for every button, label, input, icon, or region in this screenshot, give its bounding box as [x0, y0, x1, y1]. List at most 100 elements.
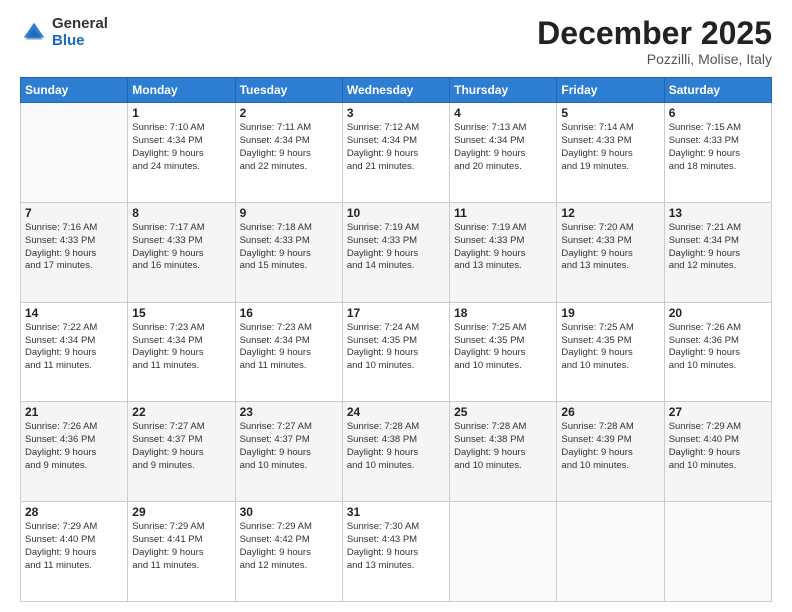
day-number: 16 — [240, 306, 338, 320]
table-row: 24 Sunrise: 7:28 AM Sunset: 4:38 PM Dayli… — [342, 402, 449, 502]
header: General Blue December 2025 Pozzilli, Mol… — [20, 16, 772, 67]
day-number: 25 — [454, 405, 552, 419]
logo-general-text: General — [52, 16, 108, 33]
day-number: 19 — [561, 306, 659, 320]
table-row: 15 Sunrise: 7:23 AM Sunset: 4:34 PM Dayli… — [128, 302, 235, 402]
title-block: December 2025 Pozzilli, Molise, Italy — [537, 16, 772, 67]
col-saturday: Saturday — [664, 78, 771, 103]
day-info: Sunrise: 7:16 AM Sunset: 4:33 PM Dayligh… — [25, 222, 123, 273]
day-number: 20 — [669, 306, 767, 320]
day-number: 27 — [669, 405, 767, 419]
page: General Blue December 2025 Pozzilli, Mol… — [0, 0, 792, 612]
day-info: Sunrise: 7:29 AM Sunset: 4:41 PM Dayligh… — [132, 521, 230, 572]
table-row — [450, 502, 557, 602]
day-number: 29 — [132, 505, 230, 519]
table-row: 17Sunrise: 7:24 AM Sunset: 4:35 PM Dayli… — [342, 302, 449, 402]
day-info: Sunrise: 7:22 AM Sunset: 4:34 PM Dayligh… — [25, 322, 123, 373]
day-info: Sunrise: 7:11 AM Sunset: 4:34 PM Dayligh… — [240, 122, 338, 173]
day-number: 22 — [132, 405, 230, 419]
day-info: Sunrise: 7:24 AM Sunset: 4:35 PM Dayligh… — [347, 322, 445, 373]
day-info: Sunrise: 7:23 AM Sunset: 4:34 PM Dayligh… — [132, 322, 230, 373]
day-number: 7 — [25, 206, 123, 220]
table-row: 9 Sunrise: 7:18 AM Sunset: 4:33 PM Daylig… — [235, 202, 342, 302]
table-row: 1Sunrise: 7:10 AM Sunset: 4:34 PM Daylig… — [128, 103, 235, 203]
day-info: Sunrise: 7:19 AM Sunset: 4:33 PM Dayligh… — [347, 222, 445, 273]
day-info: Sunrise: 7:20 AM Sunset: 4:33 PM Dayligh… — [561, 222, 659, 273]
month-title: December 2025 — [537, 16, 772, 51]
table-row: 29 Sunrise: 7:29 AM Sunset: 4:41 PM Dayli… — [128, 502, 235, 602]
day-number: 11 — [454, 206, 552, 220]
day-info: Sunrise: 7:26 AM Sunset: 4:36 PM Dayligh… — [25, 421, 123, 472]
table-row — [664, 502, 771, 602]
table-row: 14 Sunrise: 7:22 AM Sunset: 4:34 PM Dayli… — [21, 302, 128, 402]
day-number: 28 — [25, 505, 123, 519]
day-info: Sunrise: 7:15 AM Sunset: 4:33 PM Dayligh… — [669, 122, 767, 173]
logo-blue-text: Blue — [52, 33, 108, 50]
table-row — [557, 502, 664, 602]
day-number: 30 — [240, 505, 338, 519]
calendar-row: 1Sunrise: 7:10 AM Sunset: 4:34 PM Daylig… — [21, 103, 772, 203]
day-number: 4 — [454, 106, 552, 120]
table-row: 22Sunrise: 7:27 AM Sunset: 4:37 PM Dayli… — [128, 402, 235, 502]
day-info: Sunrise: 7:30 AM Sunset: 4:43 PM Dayligh… — [347, 521, 445, 572]
day-info: Sunrise: 7:19 AM Sunset: 4:33 PM Dayligh… — [454, 222, 552, 273]
table-row: 25 Sunrise: 7:28 AM Sunset: 4:38 PM Dayli… — [450, 402, 557, 502]
table-row: 3 Sunrise: 7:12 AM Sunset: 4:34 PM Daylig… — [342, 103, 449, 203]
calendar-table: Sunday Monday Tuesday Wednesday Thursday… — [20, 77, 772, 602]
day-info: Sunrise: 7:28 AM Sunset: 4:38 PM Dayligh… — [347, 421, 445, 472]
day-number: 31 — [347, 505, 445, 519]
day-number: 26 — [561, 405, 659, 419]
day-info: Sunrise: 7:28 AM Sunset: 4:38 PM Dayligh… — [454, 421, 552, 472]
col-wednesday: Wednesday — [342, 78, 449, 103]
calendar-row: 28 Sunrise: 7:29 AM Sunset: 4:40 PM Dayli… — [21, 502, 772, 602]
col-thursday: Thursday — [450, 78, 557, 103]
logo-text: General Blue — [52, 16, 108, 49]
table-row: 2 Sunrise: 7:11 AM Sunset: 4:34 PM Daylig… — [235, 103, 342, 203]
day-number: 24 — [347, 405, 445, 419]
table-row: 11 Sunrise: 7:19 AM Sunset: 4:33 PM Dayli… — [450, 202, 557, 302]
day-info: Sunrise: 7:13 AM Sunset: 4:34 PM Dayligh… — [454, 122, 552, 173]
day-info: Sunrise: 7:21 AM Sunset: 4:34 PM Dayligh… — [669, 222, 767, 273]
day-number: 21 — [25, 405, 123, 419]
table-row: 26Sunrise: 7:28 AM Sunset: 4:39 PM Dayli… — [557, 402, 664, 502]
table-row: 8 Sunrise: 7:17 AM Sunset: 4:33 PM Daylig… — [128, 202, 235, 302]
col-friday: Friday — [557, 78, 664, 103]
table-row: 18 Sunrise: 7:25 AM Sunset: 4:35 PM Dayli… — [450, 302, 557, 402]
day-info: Sunrise: 7:29 AM Sunset: 4:40 PM Dayligh… — [25, 521, 123, 572]
day-number: 1 — [132, 106, 230, 120]
table-row: 6Sunrise: 7:15 AM Sunset: 4:33 PM Daylig… — [664, 103, 771, 203]
table-row: 28 Sunrise: 7:29 AM Sunset: 4:40 PM Dayli… — [21, 502, 128, 602]
day-number: 15 — [132, 306, 230, 320]
day-info: Sunrise: 7:12 AM Sunset: 4:34 PM Dayligh… — [347, 122, 445, 173]
day-number: 23 — [240, 405, 338, 419]
table-row: 13Sunrise: 7:21 AM Sunset: 4:34 PM Dayli… — [664, 202, 771, 302]
day-number: 10 — [347, 206, 445, 220]
table-row: 5Sunrise: 7:14 AM Sunset: 4:33 PM Daylig… — [557, 103, 664, 203]
table-row: 20 Sunrise: 7:26 AM Sunset: 4:36 PM Dayli… — [664, 302, 771, 402]
day-info: Sunrise: 7:17 AM Sunset: 4:33 PM Dayligh… — [132, 222, 230, 273]
table-row: 16Sunrise: 7:23 AM Sunset: 4:34 PM Dayli… — [235, 302, 342, 402]
calendar-header-row: Sunday Monday Tuesday Wednesday Thursday… — [21, 78, 772, 103]
table-row: 23 Sunrise: 7:27 AM Sunset: 4:37 PM Dayli… — [235, 402, 342, 502]
table-row: 10 Sunrise: 7:19 AM Sunset: 4:33 PM Dayli… — [342, 202, 449, 302]
day-info: Sunrise: 7:25 AM Sunset: 4:35 PM Dayligh… — [454, 322, 552, 373]
day-number: 18 — [454, 306, 552, 320]
day-info: Sunrise: 7:18 AM Sunset: 4:33 PM Dayligh… — [240, 222, 338, 273]
day-info: Sunrise: 7:29 AM Sunset: 4:42 PM Dayligh… — [240, 521, 338, 572]
day-number: 8 — [132, 206, 230, 220]
table-row: 30 Sunrise: 7:29 AM Sunset: 4:42 PM Dayli… — [235, 502, 342, 602]
col-monday: Monday — [128, 78, 235, 103]
table-row: 19Sunrise: 7:25 AM Sunset: 4:35 PM Dayli… — [557, 302, 664, 402]
day-number: 2 — [240, 106, 338, 120]
col-sunday: Sunday — [21, 78, 128, 103]
day-info: Sunrise: 7:27 AM Sunset: 4:37 PM Dayligh… — [240, 421, 338, 472]
day-number: 14 — [25, 306, 123, 320]
calendar-row: 21 Sunrise: 7:26 AM Sunset: 4:36 PM Dayli… — [21, 402, 772, 502]
table-row: 21 Sunrise: 7:26 AM Sunset: 4:36 PM Dayli… — [21, 402, 128, 502]
day-number: 9 — [240, 206, 338, 220]
day-number: 5 — [561, 106, 659, 120]
day-number: 3 — [347, 106, 445, 120]
day-info: Sunrise: 7:26 AM Sunset: 4:36 PM Dayligh… — [669, 322, 767, 373]
table-row — [21, 103, 128, 203]
logo: General Blue — [20, 16, 108, 49]
